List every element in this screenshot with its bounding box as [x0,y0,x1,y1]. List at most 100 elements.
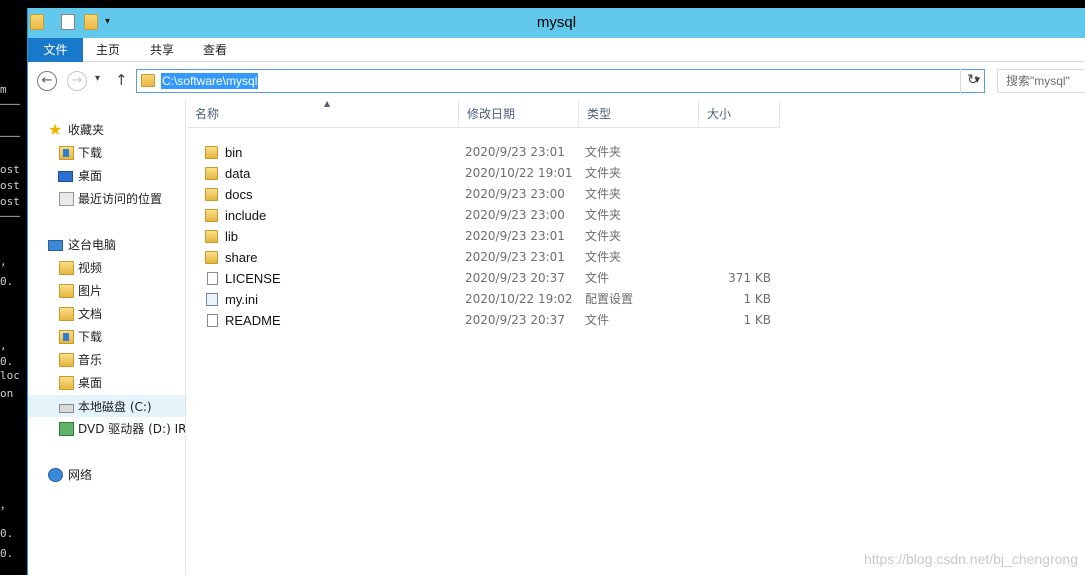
sidebar-item-label: 最近访问的位置 [78,192,163,206]
file-row[interactable]: my.ini 2020/10/22 19:02 配置设置 1 KB [187,289,780,310]
folder-icon [205,188,218,201]
music-folder-icon [59,353,74,367]
sidebar-item-label: 视频 [78,261,103,275]
recent-places-icon [59,192,74,206]
sidebar-item-recent-places[interactable]: 最近访问的位置 [28,188,185,210]
folder-icon [205,167,218,180]
sidebar-item-downloads-pc[interactable]: 下载 [28,326,185,348]
file-icon [207,272,218,285]
file-row[interactable]: bin 2020/9/23 23:01 文件夹 [187,142,780,163]
sidebar-item-label: 桌面 [78,169,103,183]
file-date: 2020/9/23 20:37 [465,271,565,285]
sidebar-item-label: 收藏夹 [68,123,105,137]
file-type: 文件夹 [585,229,622,243]
sidebar-item-local-disk-c[interactable]: 本地磁盘 (C:) [28,395,185,417]
console-text: 0. [0,355,14,368]
documents-folder-icon [59,307,74,321]
sidebar-item-network[interactable]: 网络 [28,464,185,486]
back-button[interactable]: ← [37,71,57,91]
file-date: 2020/10/22 19:02 [465,292,573,306]
sidebar-item-favorites[interactable]: ★ 收藏夹 [28,119,185,141]
sidebar-item-label: 这台电脑 [68,238,117,252]
sidebar-item-label: 音乐 [78,353,103,367]
console-text: loc [0,369,20,382]
file-row[interactable]: docs 2020/9/23 23:00 文件夹 [187,184,780,205]
navigation-pane: ★ 收藏夹 下载 桌面 最近访问的位置 这台电脑 视频 图片 文档 下载 音乐 … [28,99,186,575]
console-text: ， [0,499,11,512]
desktop-folder-icon [59,376,74,390]
file-name: share [225,250,258,265]
sidebar-item-documents[interactable]: 文档 [28,303,185,325]
sidebar-item-label: DVD 驱动器 (D:) IR [78,422,186,436]
tab-file[interactable]: 文件 [28,38,83,62]
sidebar-item-dvd-drive-d[interactable]: DVD 驱动器 (D:) IR [28,418,186,440]
downloads-folder-icon [59,330,74,344]
console-text: , [0,255,7,268]
sidebar-item-desktop[interactable]: 桌面 [28,165,185,187]
console-text: , [0,339,7,352]
sidebar-item-label: 本地磁盘 (C:) [78,400,152,414]
file-row[interactable]: lib 2020/9/23 23:01 文件夹 [187,226,780,247]
file-size: 1 KB [743,313,771,327]
console-text: on [0,387,14,400]
file-size: 1 KB [743,292,771,306]
file-date: 2020/9/23 23:01 [465,250,565,264]
file-icon [207,314,218,327]
column-header-date[interactable]: 修改日期 [459,101,579,128]
column-header-type[interactable]: 类型 [579,101,699,128]
star-icon: ★ [48,120,63,139]
sidebar-item-music[interactable]: 音乐 [28,349,185,371]
sidebar-item-pictures[interactable]: 图片 [28,280,185,302]
sidebar-item-label: 下载 [78,146,103,160]
console-text: ost [0,163,20,176]
file-date: 2020/9/23 23:01 [465,145,565,159]
pictures-folder-icon [59,284,74,298]
search-input[interactable]: 搜索"mysql" [997,69,1085,93]
file-name: lib [225,229,239,244]
explorer-window: ▾ mysql 文件 主页 共享 查看 ← → ▾ ↑ C:\software\… [27,8,1085,575]
local-disk-icon [59,404,74,413]
tab-share[interactable]: 共享 [140,38,184,62]
forward-button[interactable]: → [67,71,87,91]
window-title: mysql [536,14,577,31]
file-row[interactable]: data 2020/10/22 19:01 文件夹 [187,163,780,184]
sidebar-item-downloads[interactable]: 下载 [28,142,185,164]
file-name: include [225,208,267,223]
console-text: ——— [0,129,20,142]
file-date: 2020/9/23 23:00 [465,187,565,201]
file-row[interactable]: include 2020/9/23 23:00 文件夹 [187,205,780,226]
column-header: ▲ 名称 修改日期 类型 大小 [187,99,780,128]
file-type: 文件夹 [585,250,622,264]
file-name: data [225,166,251,181]
console-text: 0. [0,275,14,288]
file-row[interactable]: LICENSE 2020/9/23 20:37 文件 371 KB [187,268,780,289]
refresh-button[interactable]: ↻ [960,69,985,93]
folder-icon [141,74,155,87]
file-list: ▲ 名称 修改日期 类型 大小 bin 2020/9/23 23:01 文件夹 … [187,99,1085,575]
address-input[interactable]: C:\software\mysql [161,73,259,89]
up-button[interactable]: ↑ [115,71,128,89]
column-header-size[interactable]: 大小 [699,101,780,128]
file-type: 文件夹 [585,208,622,222]
dvd-drive-icon [59,422,74,436]
sidebar-item-label: 桌面 [78,376,103,390]
console-text: ——— [0,97,20,110]
sidebar-item-videos[interactable]: 视频 [28,257,185,279]
desktop-icon [58,171,73,182]
tab-home[interactable]: 主页 [86,38,130,62]
file-row[interactable]: share 2020/9/23 23:01 文件夹 [187,247,780,268]
folder-icon [205,146,218,159]
column-header-name[interactable]: 名称 [187,101,459,128]
address-bar[interactable]: C:\software\mysql ▾ [136,69,985,93]
file-date: 2020/9/23 20:37 [465,313,565,327]
file-name: bin [225,145,243,160]
file-row[interactable]: README 2020/9/23 20:37 文件 1 KB [187,310,780,331]
sidebar-item-this-pc[interactable]: 这台电脑 [28,234,185,256]
tab-view[interactable]: 查看 [193,38,237,62]
file-type: 文件夹 [585,166,622,180]
title-bar[interactable]: ▾ mysql [28,8,1085,38]
file-date: 2020/10/22 19:01 [465,166,573,180]
console-text: m [0,83,7,96]
recent-locations-chevron-icon[interactable]: ▾ [95,73,100,84]
sidebar-item-desktop-pc[interactable]: 桌面 [28,372,185,394]
